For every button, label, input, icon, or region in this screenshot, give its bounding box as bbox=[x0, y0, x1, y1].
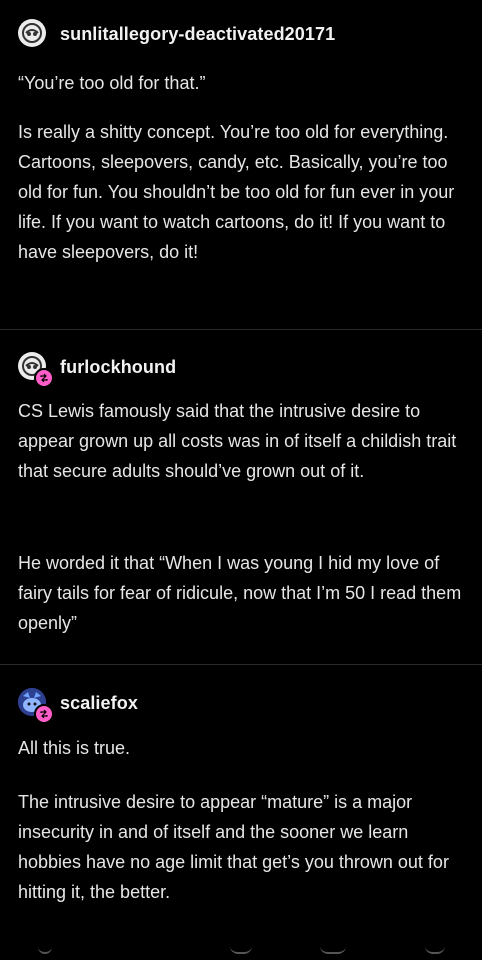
bottom-smudge-row bbox=[0, 944, 482, 960]
post-header: furlockhound bbox=[18, 352, 176, 388]
post-paragraph: Is really a shitty concept. You’re too o… bbox=[18, 122, 455, 262]
post-paragraph: All this is true. bbox=[18, 738, 131, 758]
post-paragraph: He worded it that “When I was young I hi… bbox=[18, 553, 462, 633]
reblog-icon bbox=[34, 704, 54, 724]
post-paragraph: “You’re too old for that.” bbox=[18, 73, 206, 93]
decorative-mark bbox=[38, 946, 52, 954]
decorative-mark bbox=[320, 946, 346, 954]
decorative-mark bbox=[425, 946, 445, 954]
avatar[interactable] bbox=[18, 352, 54, 388]
avatar[interactable] bbox=[18, 19, 48, 49]
post-header: sunlitallegory-deactivated20171 bbox=[18, 19, 335, 49]
username[interactable]: sunlitallegory-deactivated20171 bbox=[60, 24, 335, 45]
post-paragraph: The intrusive desire to appear “mature” … bbox=[18, 792, 449, 902]
decorative-mark bbox=[230, 946, 252, 954]
post-divider bbox=[0, 329, 482, 330]
avatar[interactable] bbox=[18, 688, 54, 724]
post-paragraph: CS Lewis famously said that the intrusiv… bbox=[18, 401, 457, 481]
post-header: scaliefox bbox=[18, 688, 138, 724]
reblog-icon bbox=[34, 368, 54, 388]
post-divider bbox=[0, 664, 482, 665]
username[interactable]: scaliefox bbox=[60, 693, 138, 714]
username[interactable]: furlockhound bbox=[60, 357, 176, 378]
deactivated-avatar-icon bbox=[18, 19, 46, 47]
